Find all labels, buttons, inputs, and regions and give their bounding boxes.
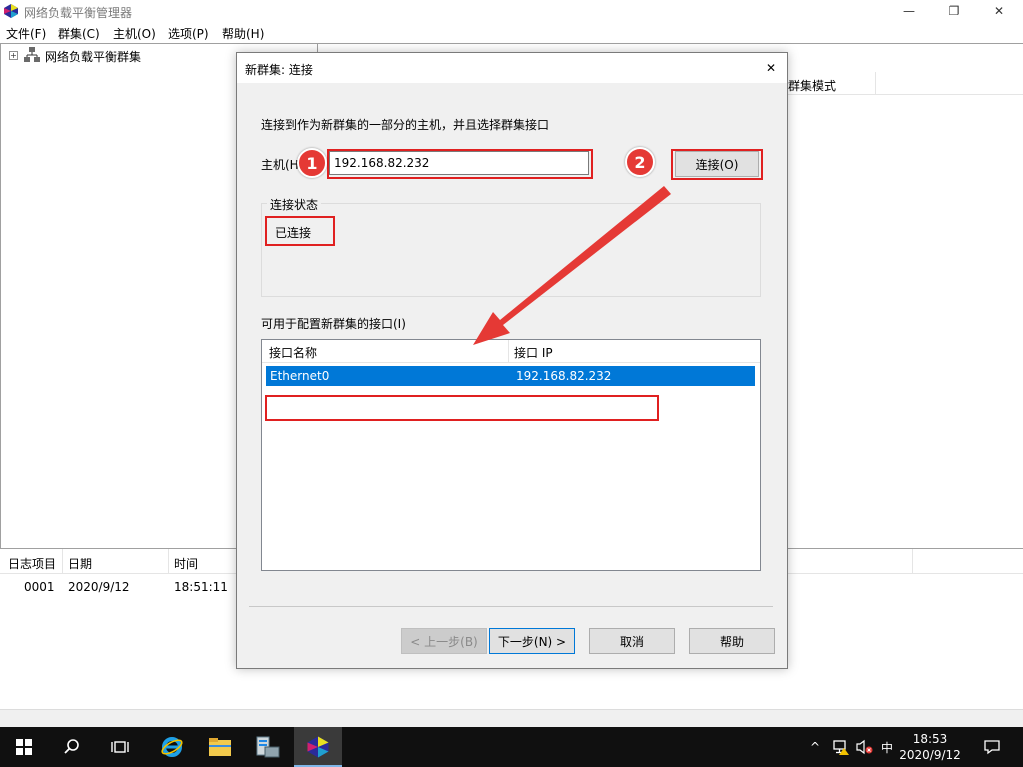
close-icon: ✕: [765, 61, 777, 75]
taskbar-server-manager[interactable]: [244, 727, 292, 767]
tree-expand-icon[interactable]: +: [9, 51, 18, 60]
taskbar-clock[interactable]: 18:53 2020/9/12: [896, 731, 964, 763]
close-icon: ✕: [993, 4, 1005, 18]
interface-row[interactable]: Ethernet0 192.168.82.232: [266, 366, 755, 386]
next-button[interactable]: 下一步(N) >: [489, 628, 575, 654]
minimize-button[interactable]: —: [886, 0, 932, 22]
task-view-icon: [111, 741, 129, 753]
dialog-close-button[interactable]: ✕: [759, 57, 783, 79]
volume-muted-icon: [856, 739, 873, 755]
menu-bar: 文件(F) 群集(C) 主机(O) 选项(P) 帮助(H): [0, 22, 1023, 42]
internet-explorer-icon: [161, 737, 183, 757]
connection-status-value: 已连接: [275, 226, 312, 240]
taskbar-internet-explorer[interactable]: [148, 727, 196, 767]
ime-indicator: 中: [880, 740, 893, 755]
step-2-badge: 2: [625, 147, 655, 177]
clock-date: 2020/9/12: [899, 748, 961, 762]
tray-volume[interactable]: [852, 727, 876, 767]
dialog-title-bar: 新群集: 连接 ✕: [237, 53, 787, 83]
column-date[interactable]: 日期: [68, 555, 92, 572]
dialog-divider: [249, 606, 773, 607]
back-button[interactable]: < 上一步(B): [401, 628, 487, 654]
minimize-icon: —: [903, 4, 915, 18]
nlb-manager-icon: [307, 736, 329, 758]
dialog-title: 新群集: 连接: [245, 63, 313, 77]
file-explorer-icon: [209, 738, 231, 756]
windows-start-icon: [16, 739, 32, 755]
restore-icon: ❐: [948, 4, 960, 18]
column-separator: [508, 340, 509, 362]
column-log-entry[interactable]: 日志项目: [8, 555, 56, 572]
tray-overflow-button[interactable]: ^: [804, 727, 826, 767]
interface-name-cell: Ethernet0: [270, 369, 330, 383]
tray-network[interactable]: [828, 727, 852, 767]
chevron-up-icon: ^: [809, 740, 821, 754]
instruction-text: 连接到作为新群集的一部分的主机，并且选择群集接口: [261, 118, 550, 132]
column-interface-name[interactable]: 接口名称: [269, 344, 317, 361]
column-interface-ip[interactable]: 接口 IP: [514, 344, 553, 361]
host-input[interactable]: [329, 151, 589, 175]
menu-options[interactable]: 选项(P): [168, 25, 209, 42]
log-entry-cell: 0001: [24, 580, 55, 594]
menu-host[interactable]: 主机(O): [113, 25, 156, 42]
clock-time: 18:53: [912, 732, 948, 746]
nlb-app-icon: [4, 4, 18, 18]
network-warning-icon: [833, 740, 849, 755]
dialog-body: 连接到作为新群集的一部分的主机，并且选择群集接口 主机(H 1 连接(O) 2 …: [237, 83, 787, 668]
status-bar: [0, 709, 1023, 727]
maximize-button[interactable]: ❐: [931, 0, 977, 22]
cluster-icon: [24, 47, 40, 62]
log-date-cell: 2020/9/12: [68, 580, 130, 594]
taskbar-file-explorer[interactable]: [196, 727, 244, 767]
task-view-button[interactable]: [96, 727, 144, 767]
close-button[interactable]: ✕: [976, 0, 1022, 22]
column-separator: [168, 549, 169, 573]
title-bar: 网络负载平衡管理器 — ❐ ✕: [0, 0, 1023, 22]
tray-ime[interactable]: 中: [876, 727, 898, 767]
column-separator: [912, 549, 913, 573]
window-title: 网络负载平衡管理器: [24, 6, 133, 20]
search-icon: [64, 739, 79, 754]
step-1-badge: 1: [297, 148, 327, 178]
help-button[interactable]: 帮助: [689, 628, 775, 654]
interface-ip-cell: 192.168.82.232: [516, 369, 612, 383]
interfaces-list-header: 接口名称 接口 IP: [262, 340, 760, 363]
connection-status-group: [261, 203, 761, 297]
notification-icon: [984, 740, 1000, 755]
menu-help[interactable]: 帮助(H): [222, 25, 264, 42]
menu-cluster[interactable]: 群集(C): [58, 25, 100, 42]
taskbar: ^ 中 18:53 2020/9/12: [0, 727, 1023, 767]
menu-file[interactable]: 文件(F): [6, 25, 46, 42]
cancel-button[interactable]: 取消: [589, 628, 675, 654]
column-cluster-mode[interactable]: 群集模式: [788, 77, 836, 94]
taskbar-nlb-manager[interactable]: [294, 727, 342, 767]
column-separator: [875, 72, 876, 94]
column-separator: [62, 549, 63, 573]
host-label: 主机(H: [261, 158, 299, 172]
action-center-button[interactable]: [976, 727, 1008, 767]
search-button[interactable]: [48, 727, 96, 767]
connection-status-title: 连接状态: [267, 196, 322, 213]
server-manager-icon: [256, 736, 280, 758]
connect-button[interactable]: 连接(O): [675, 151, 759, 177]
tree-item-nlb-clusters[interactable]: 网络负载平衡群集: [45, 48, 141, 65]
start-button[interactable]: [0, 727, 48, 767]
interfaces-list[interactable]: 接口名称 接口 IP Ethernet0 192.168.82.232: [261, 339, 761, 571]
column-time[interactable]: 时间: [174, 555, 198, 572]
interfaces-label: 可用于配置新群集的接口(I): [261, 317, 406, 331]
log-time-cell: 18:51:11: [174, 580, 228, 594]
new-cluster-connect-dialog: 新群集: 连接 ✕ 连接到作为新群集的一部分的主机，并且选择群集接口 主机(H …: [236, 52, 788, 669]
